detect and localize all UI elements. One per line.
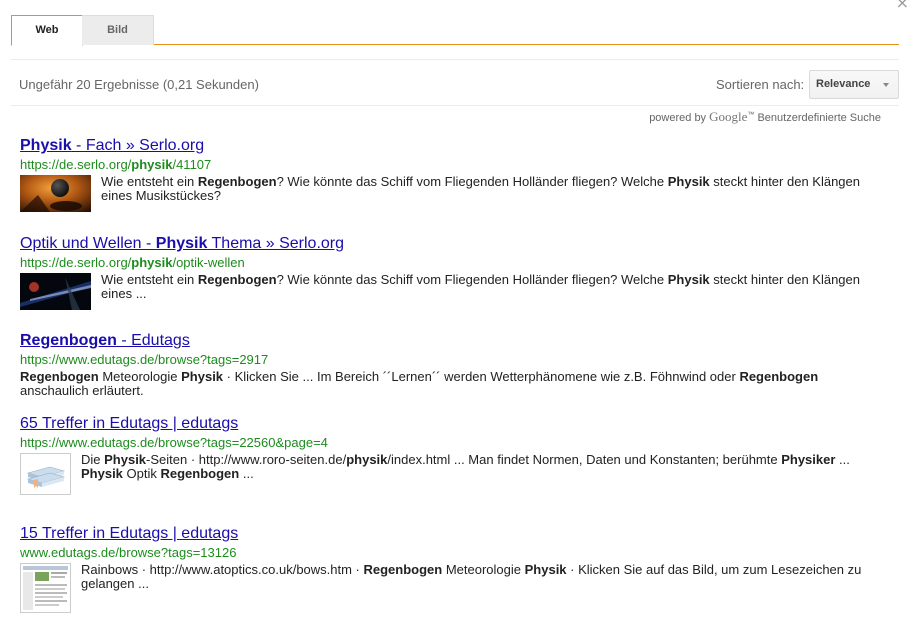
text-run: https://www.edutags.de/browse?tags=2917 [20,352,269,367]
text-run: /index.html ... Man findet Normen, Daten… [387,452,782,467]
text-run: anschaulich erläutert. [20,383,144,398]
result-url: https://www.edutags.de/browse?tags=22560… [20,435,880,450]
highlighted-term: Physik [155,235,208,252]
webpage-thumbnail[interactable] [20,563,71,618]
sort-dropdown[interactable]: Relevance [809,70,899,99]
text-run: Rainbows · http://www.atoptics.co.uk/bow… [81,562,364,577]
result-body: Rainbows · http://www.atoptics.co.uk/bow… [20,563,880,618]
result-title-link[interactable]: 65 Treffer in Edutags | edutags [20,415,880,433]
search-result: 65 Treffer in Edutags | edutags https://… [20,415,880,500]
highlighted-term: Regenbogen [739,369,819,384]
result-title-link[interactable]: Physik - Fach » Serlo.org [20,137,880,155]
search-result: Optik und Wellen - Physik Thema » Serlo.… [20,235,880,315]
highlighted-term: Physik [20,137,72,154]
result-body: Die Physik-Seiten · http://www.roro-seit… [20,453,880,500]
books-thumbnail[interactable] [20,453,71,500]
result-url: https://de.serlo.org/physik/optik-wellen [20,255,880,270]
text-run: /optik-wellen [172,255,245,270]
result-snippet: Wie entsteht ein Regenbogen? Wie könnte … [101,273,880,315]
light-beam-thumbnail[interactable] [20,273,91,315]
text-run: ? Wie könnte das Schiff vom Fliegenden H… [276,272,668,287]
text-run: Thema » Serlo.org [207,235,345,252]
result-url: www.edutags.de/browse?tags=13126 [20,545,880,560]
text-run: ? Wie könnte das Schiff vom Fliegenden H… [276,174,668,189]
highlighted-term: physik [131,157,173,172]
tab-bild[interactable]: Bild [82,15,154,45]
result-snippet: Die Physik-Seiten · http://www.roro-seit… [81,453,880,500]
text-run: /41107 [172,157,212,172]
result-title-link[interactable]: 15 Treffer in Edutags | edutags [20,525,880,543]
planet-thumbnail[interactable] [20,175,91,217]
text-run: ... [835,452,850,467]
highlighted-term: Physik [667,272,710,287]
google-logo: Google [709,109,748,124]
highlighted-term: physik [131,255,173,270]
search-result: Physik - Fach » Serlo.org https://de.ser… [20,137,880,217]
text-run: https://www.edutags.de/browse?tags=22560… [20,435,328,450]
highlighted-term: Physik [181,369,224,384]
text-run: 15 Treffer in Edutags | edutags [20,525,239,542]
powered-prefix: powered by [649,112,707,124]
trademark: ™ [747,111,755,119]
highlighted-term: Regenbogen [197,272,277,287]
divider [11,59,899,60]
text-run: Meteorologie [442,562,525,577]
text-run: Wie entsteht ein [101,174,198,189]
text-run: Wie entsteht ein [101,272,198,287]
highlighted-term: Physik [81,466,123,481]
close-icon[interactable]: × [896,0,909,11]
result-body: Wie entsteht ein Regenbogen? Wie könnte … [20,273,880,315]
text-run: Optik [122,466,161,481]
text-run: https://de.serlo.org/ [20,255,132,270]
text-run: ... [239,466,254,481]
sort-value: Relevance [816,78,871,90]
result-body: Wie entsteht ein Regenbogen? Wie könnte … [20,175,880,217]
text-run: Die [81,452,105,467]
highlighted-term: Physiker [781,452,836,467]
result-title-link[interactable]: Regenbogen - Edutags [20,332,880,350]
result-title-link[interactable]: Optik und Wellen - Physik Thema » Serlo.… [20,235,880,253]
text-run: -Seiten · http://www.roro-seiten.de/ [146,452,347,467]
text-run: 65 Treffer in Edutags | edutags [20,415,239,432]
result-snippet: Regenbogen Meteorologie Physik · Klicken… [20,370,880,398]
text-run: www.edutags.de/browse?tags=13126 [20,545,237,560]
highlighted-term: Regenbogen [20,332,117,349]
chevron-down-icon [883,83,889,87]
highlighted-term: Regenbogen [160,466,240,481]
powered-suffix: Benutzerdefinierte Suche [757,112,881,124]
sort-label: Sortieren nach: [716,77,805,92]
result-snippet: Rainbows · http://www.atoptics.co.uk/bow… [81,563,880,618]
highlighted-term: Regenbogen [20,369,99,384]
result-snippet: Wie entsteht ein Regenbogen? Wie könnte … [101,175,880,217]
highlighted-term: Regenbogen [197,174,277,189]
highlighted-term: Physik [524,562,567,577]
powered-by: powered by Google™ Benutzerdefinierte Su… [649,109,881,125]
text-run: - Edutags [116,332,190,349]
text-run: Optik und Wellen - [20,235,156,252]
result-url: https://www.edutags.de/browse?tags=2917 [20,352,880,367]
result-url: https://de.serlo.org/physik/41107 [20,157,880,172]
text-run: Meteorologie [98,369,182,384]
text-run: - Fach » Serlo.org [71,137,205,154]
search-result: 15 Treffer in Edutags | edutags www.edut… [20,525,880,618]
highlighted-term: Physik [104,452,147,467]
search-result: Regenbogen - Edutags https://www.edutags… [20,332,880,398]
result-count: Ungefähr 20 Ergebnisse (0,21 Sekunden) [19,77,259,92]
highlighted-term: Regenbogen [363,562,443,577]
highlighted-term: Physik [667,174,710,189]
tab-bar: Web Bild [11,15,899,46]
text-run: https://de.serlo.org/ [20,157,132,172]
text-run: · Klicken Sie ... Im Bereich ´´Lernen´´ … [223,369,740,384]
highlighted-term: physik [346,452,388,467]
divider [11,105,899,106]
tab-web[interactable]: Web [11,15,83,46]
